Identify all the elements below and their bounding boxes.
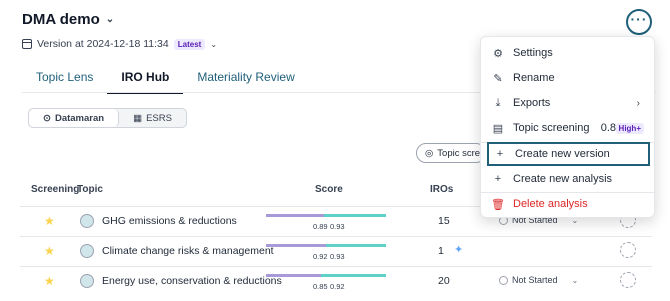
score-value-a: 0.85 <box>313 282 328 291</box>
menu-item-topic-screening[interactable]: ▤ Topic screening 0.8 High+ <box>481 116 654 140</box>
table-row[interactable]: ★ Climate change risks & management 0.92… <box>20 236 652 266</box>
header-screening[interactable]: Screening <box>31 184 79 195</box>
toggle-esrs-label: ESRS <box>146 112 172 124</box>
menu-create-version-label: Create new version <box>515 148 610 160</box>
topic-screening-value: 0.8 <box>600 122 616 134</box>
target-icon: ⊙ <box>43 112 51 124</box>
energy-icon <box>80 274 94 288</box>
topic-screening-pill[interactable]: ◎ Topic scree <box>416 143 486 163</box>
thermometer-icon <box>80 244 94 258</box>
score-bar-teal <box>323 214 386 217</box>
menu-item-create-version[interactable]: + Create new version <box>487 142 650 166</box>
topic-name[interactable]: Climate change risks & management <box>102 245 274 257</box>
plus-icon: + <box>496 148 504 160</box>
more-options-button[interactable]: ··· <box>626 9 652 35</box>
framework-toggle: ⊙ Datamaran ▦ ESRS <box>28 108 187 128</box>
version-text: Version at 2024-12-18 11:34 <box>37 38 169 50</box>
status-dropdown[interactable]: Not Started ⌄ <box>499 275 578 285</box>
score-value-b: 0.93 <box>330 222 345 231</box>
star-icon[interactable]: ★ <box>44 214 55 228</box>
trash-icon: 🗑 <box>491 198 505 211</box>
score-bar <box>266 274 386 277</box>
iros-count: 15 <box>438 215 450 227</box>
table-row[interactable]: ★ Energy use, conservation & reductions … <box>20 266 652 296</box>
score-value-a: 0.89 <box>313 222 328 231</box>
chevron-down-icon: ⌄ <box>210 39 218 49</box>
tab-iro-hub[interactable]: IRO Hub <box>107 64 184 94</box>
star-icon[interactable]: ★ <box>44 244 55 258</box>
status-text: Not Started <box>512 275 558 285</box>
assignee-icon[interactable] <box>620 242 636 258</box>
menu-item-settings[interactable]: ⚙ Settings <box>481 41 654 65</box>
score-value-b: 0.93 <box>330 252 345 261</box>
score-bar-purple <box>266 244 326 247</box>
status-dot-icon <box>499 275 508 285</box>
menu-delete-label: Delete analysis <box>513 198 588 210</box>
menu-topic-screening-label: Topic screening <box>513 122 590 134</box>
eye-icon: ◎ <box>425 147 434 159</box>
iros-count: 1 <box>438 245 444 257</box>
options-menu: ⚙ Settings ✎ Rename ⤓ Exports › ▤ Topic … <box>480 36 655 218</box>
chevron-down-icon[interactable]: ⌄ <box>106 14 114 25</box>
table-icon: ▤ <box>492 122 504 135</box>
assignee-icon[interactable] <box>620 272 636 288</box>
topic-name[interactable]: Energy use, conservation & reductions <box>102 275 282 287</box>
star-icon[interactable]: ★ <box>44 274 55 288</box>
header-iros[interactable]: IROs <box>430 184 453 195</box>
high-plus-badge: High+ <box>615 122 644 134</box>
header-topic[interactable]: Topic <box>77 184 103 195</box>
tab-materiality-review[interactable]: Materiality Review <box>183 64 308 94</box>
toggle-esrs[interactable]: ▦ ESRS <box>119 109 186 127</box>
toggle-datamaran[interactable]: ⊙ Datamaran <box>29 109 120 127</box>
score-bar-purple <box>266 214 324 217</box>
cloud-icon <box>80 214 94 228</box>
menu-item-exports[interactable]: ⤓ Exports › <box>481 91 654 115</box>
tab-topic-lens[interactable]: Topic Lens <box>22 64 107 94</box>
plus-icon: + <box>494 173 502 185</box>
score-bar-purple <box>266 274 322 277</box>
version-selector[interactable]: Version at 2024-12-18 11:34 Latest ⌄ <box>22 38 217 50</box>
score-bar <box>266 214 386 217</box>
chevron-right-icon: › <box>636 97 640 109</box>
chevron-down-icon: ⌄ <box>571 275 579 285</box>
topic-pill-label: Topic scree <box>437 147 486 159</box>
latest-badge: Latest <box>173 38 206 50</box>
score-value-a: 0.92 <box>313 252 328 261</box>
header-score[interactable]: Score <box>315 184 343 195</box>
grid-icon: ▦ <box>133 112 143 124</box>
menu-create-analysis-label: Create new analysis <box>513 173 613 185</box>
page-title-text: DMA demo <box>22 11 100 28</box>
score-bar <box>266 244 386 247</box>
toggle-datamaran-label: Datamaran <box>54 112 105 124</box>
menu-item-create-analysis[interactable]: + Create new analysis <box>481 167 654 191</box>
tab-bar: Topic Lens IRO Hub Materiality Review <box>22 64 309 94</box>
score-value-b: 0.92 <box>330 282 345 291</box>
calendar-icon <box>22 39 32 49</box>
score-bar-teal <box>326 244 386 247</box>
sparkle-icon[interactable]: ✦ <box>454 243 463 256</box>
menu-rename-label: Rename <box>513 72 555 84</box>
page-title[interactable]: DMA demo ⌄ <box>22 11 114 28</box>
menu-item-rename[interactable]: ✎ Rename <box>481 66 654 90</box>
score-bar-teal <box>321 274 386 277</box>
menu-exports-label: Exports <box>513 97 551 109</box>
menu-settings-label: Settings <box>513 47 553 59</box>
topic-name[interactable]: GHG emissions & reductions <box>102 215 237 227</box>
download-icon: ⤓ <box>495 96 501 109</box>
iros-count: 20 <box>438 275 450 287</box>
gear-icon: ⚙ <box>493 47 503 60</box>
menu-item-delete-analysis[interactable]: 🗑 Delete analysis <box>481 192 654 216</box>
pencil-icon: ✎ <box>493 72 503 85</box>
